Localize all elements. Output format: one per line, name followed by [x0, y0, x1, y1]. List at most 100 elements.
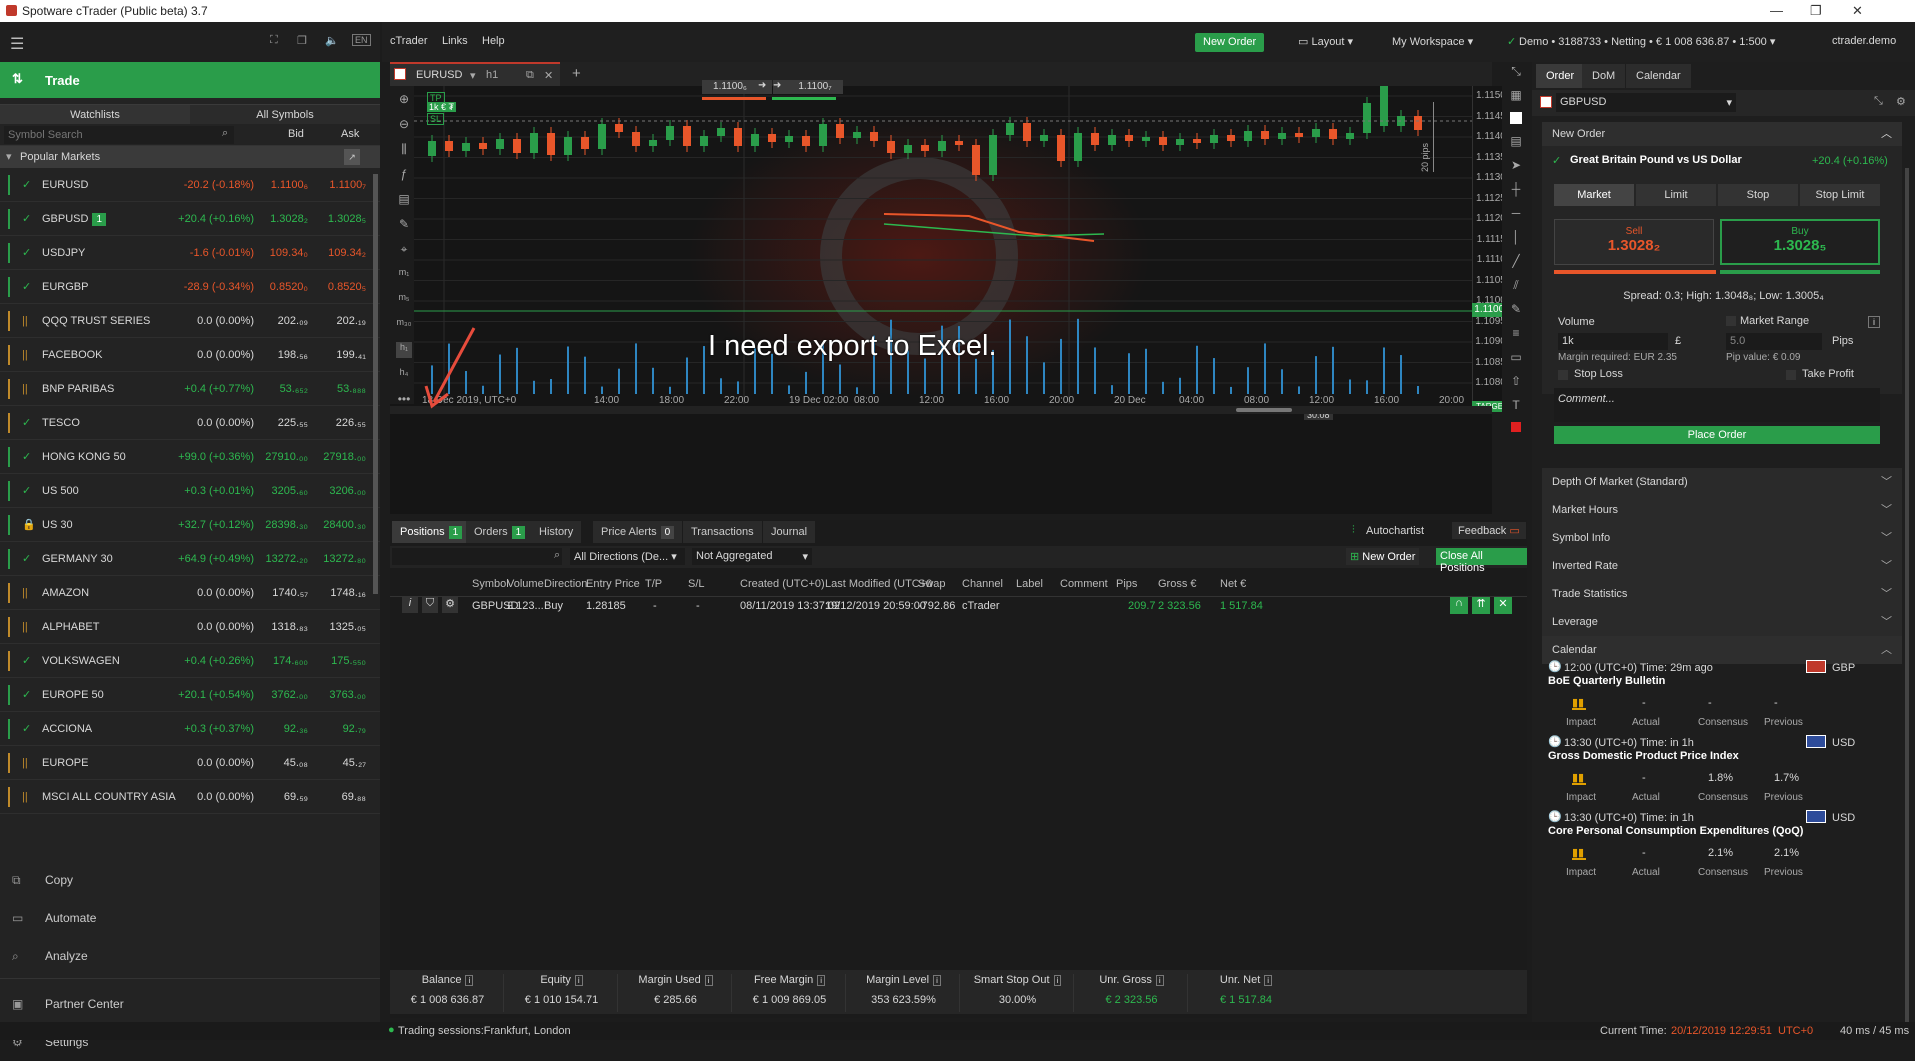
zoom-in-icon[interactable]: ⊕ — [396, 92, 412, 108]
symbol-bid[interactable]: 198.₅₆ — [278, 338, 308, 372]
candle-body[interactable] — [700, 136, 708, 146]
symbol-ask[interactable]: 202.₁₉ — [337, 304, 366, 338]
sound-icon[interactable]: 🔈 — [325, 34, 339, 47]
tab-history[interactable]: History — [531, 521, 582, 543]
trade-header[interactable]: ⇅ Trade — [0, 62, 380, 98]
candle-body[interactable] — [1329, 129, 1337, 139]
column-header[interactable]: Entry Price — [586, 578, 640, 590]
chart-timeframe[interactable]: h1 — [486, 69, 498, 81]
candle-body[interactable] — [921, 145, 929, 151]
buy-button[interactable]: Buy 1.3028₅ — [1720, 219, 1880, 265]
symbol-ask[interactable]: 3763.₀₀ — [329, 678, 366, 712]
section-inverted-rate[interactable]: Inverted Rate ﹀ — [1542, 552, 1902, 580]
symbol-ask[interactable]: 27918.₀₀ — [323, 440, 366, 474]
tf-m1-icon[interactable]: m₁ — [396, 267, 412, 283]
symbol-search-input[interactable] — [4, 126, 234, 144]
candle-body[interactable] — [1278, 133, 1286, 139]
tab-journal[interactable]: Journal — [763, 521, 816, 543]
fullscreen-icon[interactable]: ⛶ — [270, 34, 278, 47]
candle-body[interactable] — [513, 139, 521, 153]
symbol-ask[interactable]: 3206.₀₀ — [329, 474, 366, 508]
candle-body[interactable] — [1261, 131, 1269, 139]
maximize-button[interactable]: ❐ — [1810, 3, 1822, 19]
column-header[interactable]: Label — [1016, 578, 1043, 590]
candle-body[interactable] — [462, 143, 470, 151]
candle-body[interactable] — [598, 124, 606, 149]
chart-type-icon[interactable]: ⫼ — [396, 142, 412, 158]
chart-settings-icon[interactable]: ⤡ — [1508, 64, 1524, 80]
menu-ctrader[interactable]: cTrader — [390, 35, 428, 47]
symbol-row[interactable]: ✓ EUROPE 50 +20.1 (+0.54%) 3762.₀₀ 3763.₀₀ — [0, 678, 380, 712]
candle-body[interactable] — [853, 132, 861, 138]
symbol-row[interactable]: ✓ HONG KONG 50 +99.0 (+0.36%) 27910.₀₀ 27918… — [0, 440, 380, 474]
candle-body[interactable] — [1091, 133, 1099, 145]
symbol-row[interactable]: ✓ VOLKSWAGEN +0.4 (+0.26%) 174.₆₀₀ 175.₅₅₀ — [0, 644, 380, 678]
symbol-ask[interactable]: 226.₅₅ — [336, 406, 366, 440]
symbol-row[interactable]: ✓ EURUSD -20.2 (-0.18%) 1.1100₆ 1.1100₇ — [0, 168, 380, 202]
zoom-out-icon[interactable]: ⊖ — [396, 117, 412, 133]
close-all-positions-button[interactable]: Close All Positions — [1436, 548, 1527, 574]
close-tab-icon[interactable]: ✕ — [544, 69, 553, 82]
chart-area[interactable]: EURUSD ▾ h1 ⧉ ✕ + ⊕ ⊖ ⫼ ƒ ▤ ✎ ⌖ m₁ m₅ m₃… — [390, 62, 1512, 514]
candle-body[interactable] — [819, 124, 827, 146]
candle-body[interactable] — [1108, 135, 1116, 145]
symbol-row[interactable]: ✓ USDJPY -1.6 (-0.01%) 109.34₀ 109.34₂ — [0, 236, 380, 270]
info-icon[interactable]: i — [465, 975, 474, 986]
order-type-market[interactable]: Market — [1554, 184, 1634, 206]
templates-icon[interactable]: ▤ — [396, 192, 412, 208]
symbol-ask[interactable]: 1325.₀₅ — [329, 610, 366, 644]
symbol-bid[interactable]: 92.₃₆ — [284, 712, 308, 746]
candle-body[interactable] — [785, 136, 793, 142]
tab-dom[interactable]: DoM — [1582, 64, 1626, 88]
candle-body[interactable] — [734, 128, 742, 146]
symbol-bid[interactable]: 3205.₆₀ — [271, 474, 308, 508]
double-position-icon[interactable]: ⇈ — [1472, 597, 1490, 614]
symbol-bid[interactable]: 1.3028₂ — [270, 202, 308, 236]
symbol-row[interactable]: || AMAZON 0.0 (0.00%) 1740.₅₇ 1748.₁₆ — [0, 576, 380, 610]
section-depth-of-market--standard-[interactable]: Depth Of Market (Standard) ﹀ — [1542, 468, 1902, 496]
symbol-bid[interactable]: 1318.₈₃ — [271, 610, 308, 644]
positions-search-input[interactable] — [392, 548, 562, 565]
channel-icon[interactable]: ⫽ — [1508, 278, 1524, 294]
layout-menu[interactable]: ▭ Layout ▾ — [1298, 35, 1353, 48]
market-range-checkbox[interactable] — [1726, 316, 1736, 326]
symbol-ask[interactable]: 53.₈₈₈ — [337, 372, 366, 406]
detach-icon[interactable]: ⧉ — [526, 69, 534, 82]
symbol-bid[interactable]: 27910.₀₀ — [265, 440, 308, 474]
order-symbol-select[interactable]: GBPUSD ▾ — [1556, 93, 1736, 112]
symbol-bid[interactable]: 0.8520₀ — [270, 270, 308, 304]
candle-body[interactable] — [683, 126, 691, 146]
candle-body[interactable] — [887, 141, 895, 153]
positions-search-icon[interactable]: ⌕ — [554, 549, 560, 562]
time-axis[interactable]: 18 Dec 2019, UTC+0 14:00 18:00 22:00 19 Dec … — [414, 392, 1472, 406]
new-order-top-button[interactable]: New Order — [1195, 33, 1265, 52]
new-order-button[interactable]: ⊞ New Order — [1346, 548, 1420, 565]
nav-copy[interactable]: ⧉ Copy — [0, 861, 380, 899]
column-header[interactable]: Net € — [1220, 578, 1246, 590]
order-type-stop-limit[interactable]: Stop Limit — [1800, 184, 1880, 206]
calendar-event[interactable]: 🕒 12:00 (UTC+0) Time: 29m ago GBP BoE Quart… — [1542, 660, 1902, 732]
candle-body[interactable] — [751, 134, 759, 146]
popular-markets-header[interactable]: ▾ Popular Markets ↗ — [0, 146, 380, 168]
symbol-ask[interactable]: 199.₄₁ — [336, 338, 366, 372]
symbol-ask[interactable]: 1.3028₅ — [328, 202, 366, 236]
candle-body[interactable] — [615, 124, 623, 132]
candle-body[interactable] — [870, 132, 878, 141]
symbol-ask[interactable]: 45.₂₇ — [343, 746, 366, 780]
add-chart-icon[interactable]: + — [572, 65, 581, 82]
position-marker[interactable]: 1k € ₮ — [427, 102, 457, 112]
section-leverage[interactable]: Leverage ﹀ — [1542, 608, 1902, 636]
candle-body[interactable] — [1057, 135, 1065, 161]
column-header[interactable]: Direction — [544, 578, 587, 590]
indicators-icon[interactable]: ƒ — [396, 167, 412, 183]
autochartist-button[interactable]: Autochartist — [1366, 525, 1424, 537]
market-range-info-icon[interactable]: i — [1868, 316, 1880, 328]
minimize-button[interactable]: — — [1770, 3, 1783, 18]
symbol-ask[interactable]: 1748.₁₆ — [330, 576, 366, 610]
split-chart-icon[interactable]: ▤ — [1508, 134, 1524, 150]
feedback-button[interactable]: Feedback ▭ — [1452, 522, 1526, 539]
cursor-icon[interactable]: ➤ — [1508, 158, 1524, 174]
symbol-ask[interactable]: 0.8520₅ — [328, 270, 366, 304]
candle-body[interactable] — [530, 133, 538, 153]
column-header[interactable]: Swap — [918, 578, 946, 590]
